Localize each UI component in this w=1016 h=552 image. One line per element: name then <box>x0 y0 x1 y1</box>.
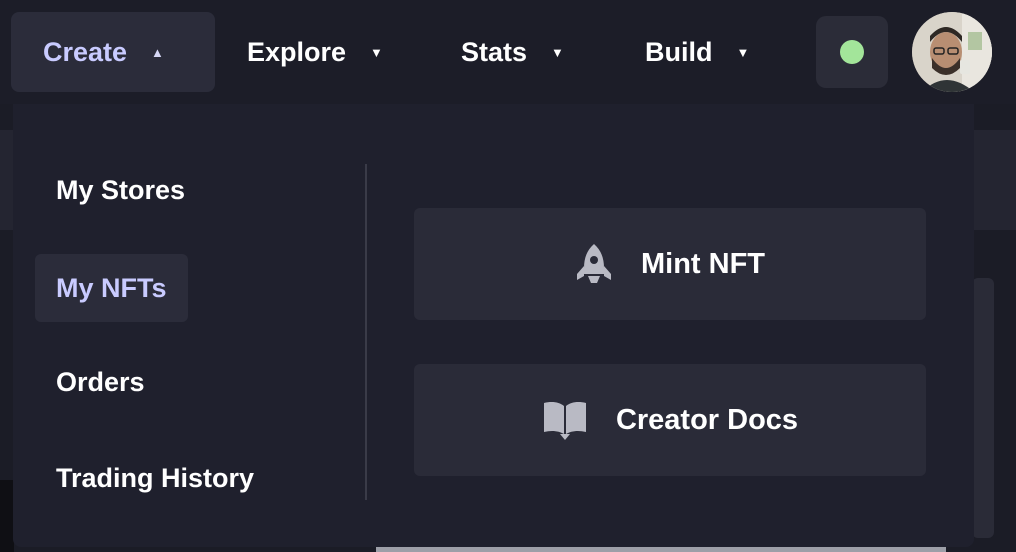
chevron-down-icon: ▼ <box>736 44 750 60</box>
nav-stats-menu[interactable]: Stats ▼ <box>461 12 564 92</box>
status-dot-icon <box>840 40 864 64</box>
nav-explore-label: Explore <box>247 36 347 67</box>
menu-item-label: Orders <box>56 366 145 397</box>
nav-explore-menu[interactable]: Explore ▼ <box>247 12 383 92</box>
nav-create-menu[interactable]: Create ▲ <box>11 12 215 92</box>
book-icon <box>542 400 588 440</box>
menu-item-my-nfts[interactable]: My NFTs <box>35 254 188 322</box>
avatar-image <box>912 12 992 92</box>
menu-divider <box>365 164 367 500</box>
menu-item-label: Trading History <box>56 462 255 493</box>
nav-build-label: Build <box>645 36 713 67</box>
mint-nft-label: Mint NFT <box>640 247 765 280</box>
menu-item-trading-history[interactable]: Trading History <box>35 444 275 512</box>
menu-item-orders[interactable]: Orders <box>35 348 166 416</box>
top-navbar: Create ▲ Explore ▼ Stats ▼ Build ▼ <box>0 0 1016 104</box>
chevron-up-icon: ▲ <box>151 44 164 60</box>
menu-item-label: My NFTs <box>56 272 167 303</box>
background-image-edge <box>0 480 14 552</box>
menu-item-my-stores[interactable]: My Stores <box>35 156 206 224</box>
menu-item-label: My Stores <box>56 174 186 205</box>
creator-docs-label: Creator Docs <box>615 403 799 436</box>
network-status-button[interactable] <box>816 16 888 88</box>
page: Create ▲ Explore ▼ Stats ▼ Build ▼ My St… <box>0 0 1016 552</box>
nav-stats-label: Stats <box>461 36 528 67</box>
create-dropdown-panel: My Stores My NFTs Orders Trading History… <box>13 104 974 547</box>
background-card <box>972 278 994 538</box>
nav-create-label: Create <box>43 36 128 67</box>
chevron-down-icon: ▼ <box>370 44 383 60</box>
rocket-icon <box>575 242 613 286</box>
creator-docs-button[interactable]: Creator Docs <box>414 364 926 476</box>
nav-build-menu[interactable]: Build ▼ <box>645 12 749 92</box>
chevron-down-icon: ▼ <box>551 44 564 60</box>
user-avatar[interactable] <box>912 12 992 92</box>
mint-nft-button[interactable]: Mint NFT <box>414 208 926 320</box>
